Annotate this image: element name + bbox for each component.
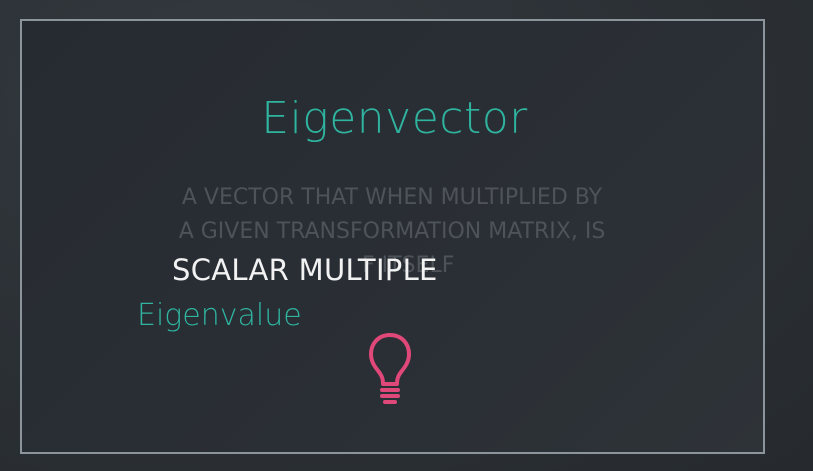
- video-frame: Eigenvector A VECTOR THAT WHEN MULTIPLIE…: [0, 0, 813, 471]
- lightbulb-icon: [369, 333, 411, 404]
- slide-card: Eigenvector A VECTOR THAT WHEN MULTIPLIE…: [20, 19, 765, 454]
- definition-line-1: A VECTOR THAT WHEN MULTIPLIED BY: [181, 185, 603, 210]
- eigenvalue-label: Eigenvalue: [137, 298, 302, 333]
- slide-title: Eigenvector: [261, 93, 528, 144]
- scalar-multiple-label: SCALAR MULTIPLE: [172, 253, 438, 287]
- definition-line-2: A GIVEN TRANSFORMATION MATRIX, IS: [178, 219, 606, 244]
